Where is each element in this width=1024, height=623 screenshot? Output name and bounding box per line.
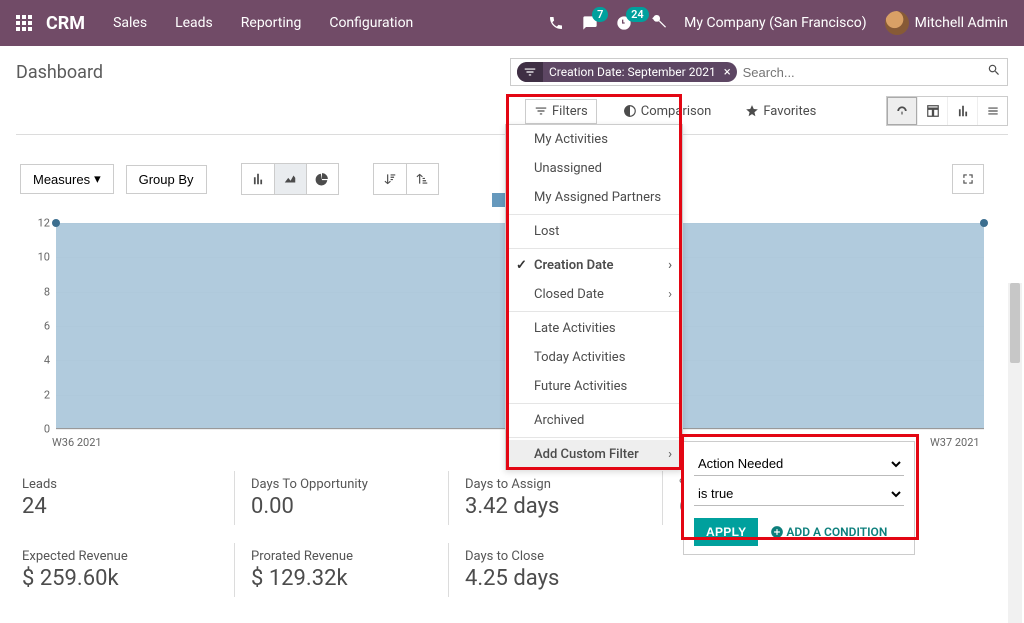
tile-days-opportunity[interactable]: Days To Opportunity0.00 <box>234 471 448 525</box>
company-switcher[interactable]: My Company (San Francisco) <box>684 15 866 31</box>
tile-days-close[interactable]: Days to Close4.25 days <box>448 543 662 597</box>
fullscreen-button[interactable] <box>952 164 984 194</box>
y-tick: 6 <box>44 320 50 333</box>
filter-creation-date[interactable]: Creation Date <box>506 251 682 280</box>
filters-toggle[interactable]: Filters <box>525 99 597 124</box>
chart-pie-button[interactable] <box>306 164 338 194</box>
user-menu[interactable]: Mitchell Admin <box>885 11 1008 35</box>
facet-label: Creation Date: September 2021 <box>543 65 722 79</box>
page-title: Dashboard <box>16 62 103 83</box>
view-list-button[interactable] <box>977 97 1007 125</box>
filter-unassigned[interactable]: Unassigned <box>506 154 682 183</box>
sort-group <box>373 163 439 195</box>
filter-field-select[interactable]: Action Needed <box>694 452 904 476</box>
search-icon[interactable] <box>987 63 1001 77</box>
messages-icon[interactable]: 7 <box>582 15 598 31</box>
custom-filter-panel: Action Needed is true APPLY ADD A CONDIT… <box>683 441 915 555</box>
debug-icon[interactable] <box>650 15 666 31</box>
search-facet: Creation Date: September 2021 × <box>517 62 737 82</box>
scrollbar[interactable] <box>1008 283 1022 623</box>
filter-archived[interactable]: Archived <box>506 406 682 435</box>
activities-icon[interactable]: 24 <box>616 15 632 31</box>
avatar <box>885 11 909 35</box>
chart-type-group <box>241 163 339 195</box>
filter-future-activities[interactable]: Future Activities <box>506 372 682 401</box>
apps-icon[interactable] <box>16 15 32 31</box>
filter-late-activities[interactable]: Late Activities <box>506 314 682 343</box>
filter-icon <box>517 62 543 82</box>
view-graph-button[interactable] <box>947 97 977 125</box>
y-tick: 12 <box>38 217 50 230</box>
top-navbar: CRM Sales Leads Reporting Configuration … <box>0 0 1024 46</box>
plus-circle-icon <box>770 525 784 539</box>
apply-button[interactable]: APPLY <box>694 518 758 546</box>
favorites-toggle[interactable]: Favorites <box>737 99 824 124</box>
add-condition-button[interactable]: ADD A CONDITION <box>770 525 887 539</box>
messages-badge: 7 <box>592 7 608 22</box>
y-tick: 0 <box>44 423 50 436</box>
tile-leads[interactable]: Leads24 <box>20 471 234 525</box>
groupby-button[interactable]: Group By <box>126 165 207 194</box>
tile-expected-revenue[interactable]: Expected Revenue$ 259.60k <box>20 543 234 597</box>
phone-icon[interactable] <box>548 15 564 31</box>
search-input[interactable] <box>743 65 1001 80</box>
tile-prorated-revenue[interactable]: Prorated Revenue$ 129.32k <box>234 543 448 597</box>
measures-button[interactable]: Measures▾ <box>20 164 114 194</box>
nav-menu: Sales Leads Reporting Configuration <box>113 15 413 31</box>
view-switcher <box>886 96 1008 126</box>
app-brand[interactable]: CRM <box>46 13 85 34</box>
view-pivot-button[interactable] <box>917 97 947 125</box>
filter-add-custom[interactable]: Add Custom Filter <box>506 440 682 469</box>
activities-badge: 24 <box>626 7 649 22</box>
filter-my-activities[interactable]: My Activities <box>506 125 682 154</box>
filter-my-assigned-partners[interactable]: My Assigned Partners <box>506 183 682 212</box>
filter-lost[interactable]: Lost <box>506 217 682 246</box>
nav-leads[interactable]: Leads <box>175 15 213 31</box>
x-tick: W36 2021 <box>52 436 102 449</box>
nav-sales[interactable]: Sales <box>113 15 147 31</box>
sort-asc-button[interactable] <box>406 164 438 194</box>
nav-reporting[interactable]: Reporting <box>241 15 302 31</box>
sort-desc-button[interactable] <box>374 164 406 194</box>
chart-point[interactable] <box>52 219 60 227</box>
y-tick: 8 <box>44 285 50 298</box>
search-options: Filters Comparison Favorites <box>525 99 824 124</box>
search-box[interactable]: Creation Date: September 2021 × <box>510 58 1008 86</box>
chart-area-button[interactable] <box>274 164 306 194</box>
y-tick: 10 <box>38 251 50 264</box>
caret-down-icon: ▾ <box>94 171 101 187</box>
user-name: Mitchell Admin <box>915 15 1008 31</box>
y-tick: 4 <box>44 354 50 367</box>
view-dashboard-button[interactable] <box>887 97 917 125</box>
filters-dropdown: My Activities Unassigned My Assigned Par… <box>505 124 683 470</box>
nav-configuration[interactable]: Configuration <box>329 15 413 31</box>
filter-today-activities[interactable]: Today Activities <box>506 343 682 372</box>
filter-closed-date[interactable]: Closed Date <box>506 280 682 309</box>
x-tick: W37 2021 <box>930 436 980 449</box>
tile-days-assign[interactable]: Days to Assign3.42 days <box>448 471 662 525</box>
facet-remove-icon[interactable]: × <box>722 65 737 80</box>
comparison-toggle[interactable]: Comparison <box>615 99 720 124</box>
chart-point[interactable] <box>980 219 988 227</box>
chart-bar-button[interactable] <box>242 164 274 194</box>
filter-operator-select[interactable]: is true <box>694 482 904 506</box>
area-chart: 024681012 W36 2021W37 2021 <box>24 223 984 449</box>
y-tick: 2 <box>44 388 50 401</box>
